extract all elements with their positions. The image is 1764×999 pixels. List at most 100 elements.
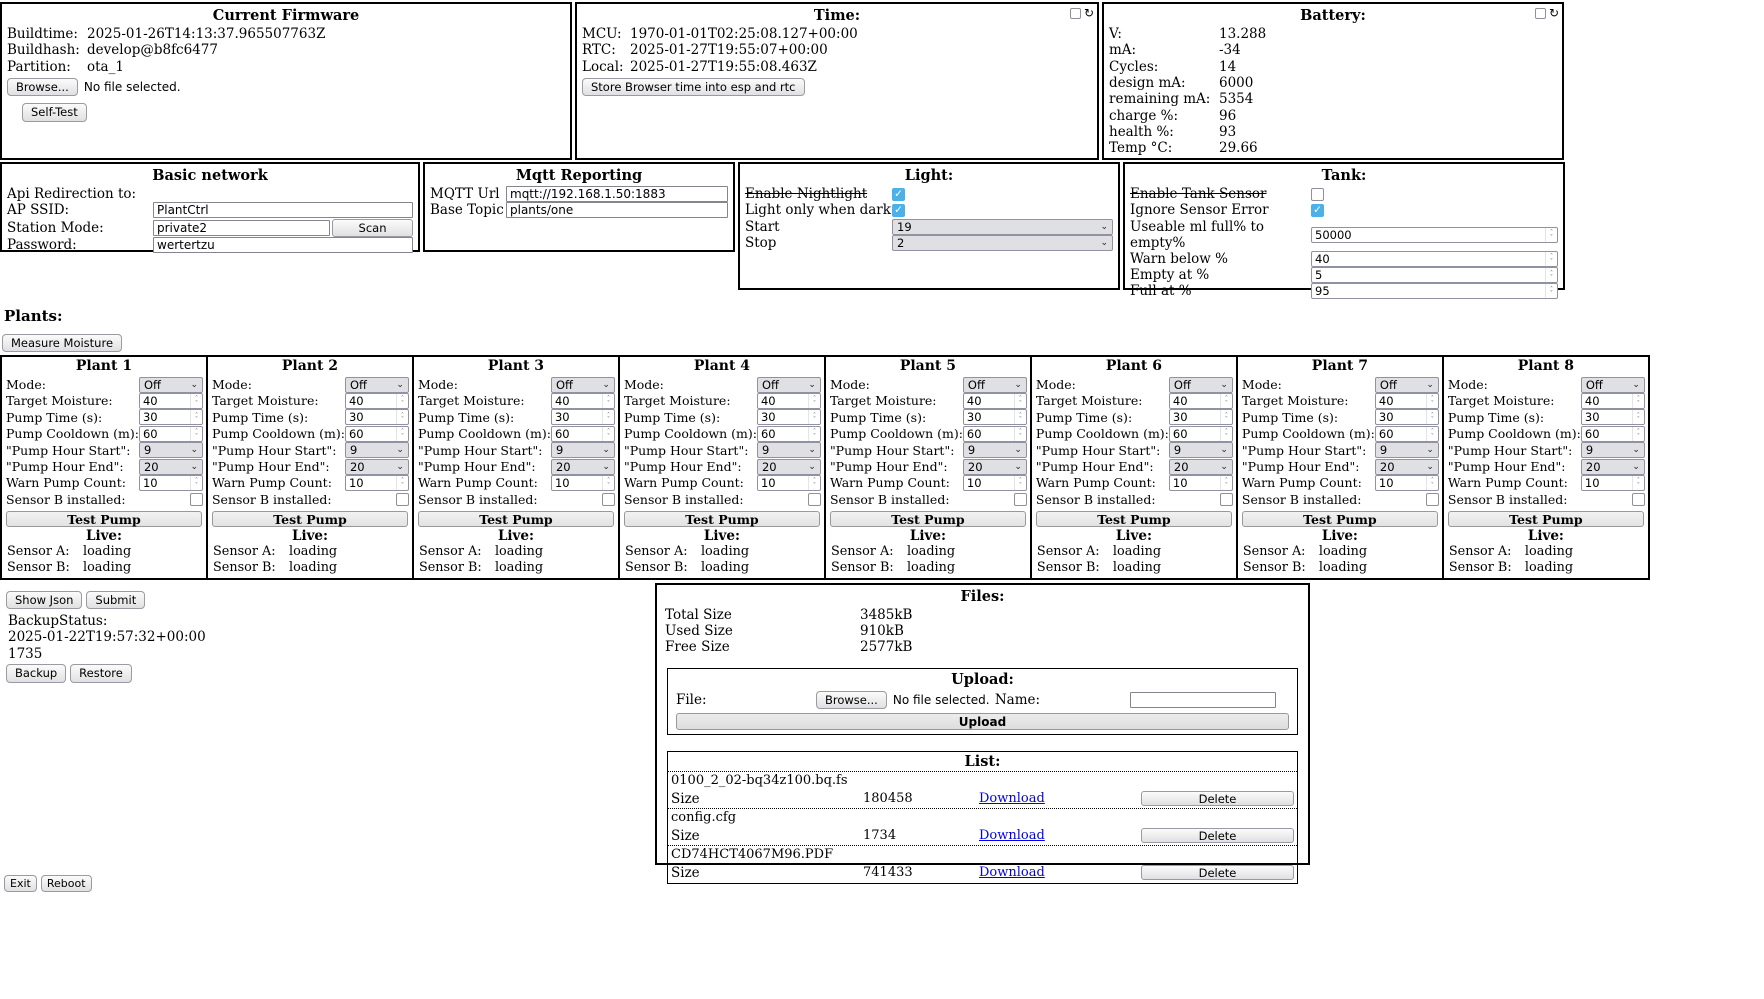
- number-spinner[interactable]: ˄˅: [1220, 427, 1232, 441]
- pump-hour-end-select[interactable]: 20⌄: [1169, 459, 1233, 475]
- number-spinner[interactable]: ˄˅: [1014, 410, 1026, 424]
- target-moisture-input[interactable]: 40˄˅: [757, 393, 821, 409]
- time-auto-refresh-checkbox[interactable]: [1070, 8, 1081, 19]
- test-pump-button[interactable]: Test Pump: [1036, 511, 1232, 527]
- refresh-icon[interactable]: ↻: [1549, 7, 1559, 19]
- sensor-b-installed-checkbox[interactable]: [1220, 493, 1233, 506]
- store-browser-time-button[interactable]: Store Browser time into esp and rtc: [582, 78, 805, 96]
- pump-hour-end-select[interactable]: 20⌄: [1581, 459, 1645, 475]
- sensor-b-installed-checkbox[interactable]: [1632, 493, 1645, 506]
- tank-sensor-checkbox[interactable]: [1311, 188, 1324, 201]
- number-spinner[interactable]: ˄˅: [1632, 427, 1644, 441]
- warn-pump-count-input[interactable]: 10˄˅: [1169, 475, 1233, 491]
- mode-select[interactable]: Off⌄: [551, 377, 615, 393]
- pump-hour-end-select[interactable]: 20⌄: [551, 459, 615, 475]
- upload-browse-button[interactable]: Browse...: [816, 691, 887, 709]
- number-spinner[interactable]: ˄˅: [1014, 394, 1026, 408]
- test-pump-button[interactable]: Test Pump: [1448, 511, 1644, 527]
- target-moisture-input[interactable]: 40˄˅: [1169, 393, 1233, 409]
- pump-time-input[interactable]: 30˄˅: [551, 409, 615, 425]
- mode-select[interactable]: Off⌄: [757, 377, 821, 393]
- pump-hour-end-select[interactable]: 20⌄: [757, 459, 821, 475]
- pump-time-input[interactable]: 30˄˅: [1375, 409, 1439, 425]
- warn-pump-count-input[interactable]: 10˄˅: [345, 475, 409, 491]
- pump-time-input[interactable]: 30˄˅: [139, 409, 203, 425]
- pump-hour-start-select[interactable]: 9⌄: [551, 442, 615, 458]
- number-spinner[interactable]: ˄˅: [1545, 284, 1557, 298]
- warn-pump-count-input[interactable]: 10˄˅: [963, 475, 1027, 491]
- tank-useable-input[interactable]: 50000 ˄˅: [1311, 227, 1558, 243]
- target-moisture-input[interactable]: 40˄˅: [963, 393, 1027, 409]
- pump-hour-end-select[interactable]: 20⌄: [345, 459, 409, 475]
- tank-full-input[interactable]: 95 ˄˅: [1311, 283, 1558, 299]
- sensor-b-installed-checkbox[interactable]: [808, 493, 821, 506]
- ap-ssid-input[interactable]: [153, 202, 413, 218]
- number-spinner[interactable]: ˄˅: [396, 394, 408, 408]
- exit-button[interactable]: Exit: [4, 875, 37, 893]
- warn-pump-count-input[interactable]: 10˄˅: [551, 475, 615, 491]
- sensor-b-installed-checkbox[interactable]: [602, 493, 615, 506]
- number-spinner[interactable]: ˄˅: [1426, 394, 1438, 408]
- nightlight-checkbox[interactable]: ✓: [892, 188, 905, 201]
- number-spinner[interactable]: ˄˅: [808, 394, 820, 408]
- sensor-b-installed-checkbox[interactable]: [190, 493, 203, 506]
- pump-time-input[interactable]: 30˄˅: [757, 409, 821, 425]
- tank-warn-input[interactable]: 40 ˄˅: [1311, 251, 1558, 267]
- firmware-browse-button[interactable]: Browse...: [7, 78, 78, 96]
- pump-hour-end-select[interactable]: 20⌄: [139, 459, 203, 475]
- number-spinner[interactable]: ˄˅: [190, 410, 202, 424]
- station-mode-input[interactable]: [153, 220, 330, 236]
- test-pump-button[interactable]: Test Pump: [624, 511, 820, 527]
- number-spinner[interactable]: ˄˅: [190, 394, 202, 408]
- number-spinner[interactable]: ˄˅: [1220, 394, 1232, 408]
- number-spinner[interactable]: ˄˅: [396, 476, 408, 490]
- test-pump-button[interactable]: Test Pump: [212, 511, 408, 527]
- number-spinner[interactable]: ˄˅: [1545, 268, 1557, 282]
- target-moisture-input[interactable]: 40˄˅: [551, 393, 615, 409]
- number-spinner[interactable]: ˄˅: [1426, 476, 1438, 490]
- number-spinner[interactable]: ˄˅: [1632, 476, 1644, 490]
- pump-hour-start-select[interactable]: 9⌄: [1581, 442, 1645, 458]
- delete-button[interactable]: Delete: [1141, 865, 1294, 880]
- pump-hour-start-select[interactable]: 9⌄: [963, 442, 1027, 458]
- number-spinner[interactable]: ˄˅: [1426, 410, 1438, 424]
- target-moisture-input[interactable]: 40˄˅: [139, 393, 203, 409]
- pump-hour-start-select[interactable]: 9⌄: [1169, 442, 1233, 458]
- pump-cooldown-input[interactable]: 60˄˅: [1581, 426, 1645, 442]
- number-spinner[interactable]: ˄˅: [1220, 476, 1232, 490]
- backup-button[interactable]: Backup: [6, 664, 66, 682]
- self-test-button[interactable]: Self-Test: [22, 103, 87, 121]
- show-json-button[interactable]: Show Json: [6, 591, 82, 609]
- number-spinner[interactable]: ˄˅: [602, 427, 614, 441]
- warn-pump-count-input[interactable]: 10˄˅: [757, 475, 821, 491]
- restore-button[interactable]: Restore: [70, 664, 132, 682]
- pump-hour-end-select[interactable]: 20⌄: [1375, 459, 1439, 475]
- pump-time-input[interactable]: 30˄˅: [345, 409, 409, 425]
- pump-cooldown-input[interactable]: 60˄˅: [1375, 426, 1439, 442]
- tank-empty-input[interactable]: 5 ˄˅: [1311, 267, 1558, 283]
- pump-hour-start-select[interactable]: 9⌄: [139, 442, 203, 458]
- number-spinner[interactable]: ˄˅: [1632, 410, 1644, 424]
- mode-select[interactable]: Off⌄: [963, 377, 1027, 393]
- delete-button[interactable]: Delete: [1141, 791, 1294, 806]
- pump-cooldown-input[interactable]: 60˄˅: [1169, 426, 1233, 442]
- delete-button[interactable]: Delete: [1141, 828, 1294, 843]
- mode-select[interactable]: Off⌄: [1169, 377, 1233, 393]
- refresh-icon[interactable]: ↻: [1084, 7, 1094, 19]
- sensor-b-installed-checkbox[interactable]: [1426, 493, 1439, 506]
- download-link[interactable]: Download: [979, 791, 1139, 806]
- pump-cooldown-input[interactable]: 60˄˅: [757, 426, 821, 442]
- number-spinner[interactable]: ˄˅: [602, 410, 614, 424]
- test-pump-button[interactable]: Test Pump: [418, 511, 614, 527]
- reboot-button[interactable]: Reboot: [41, 875, 92, 893]
- pump-time-input[interactable]: 30˄˅: [1169, 409, 1233, 425]
- test-pump-button[interactable]: Test Pump: [830, 511, 1026, 527]
- pump-time-input[interactable]: 30˄˅: [963, 409, 1027, 425]
- number-spinner[interactable]: ˄˅: [1014, 427, 1026, 441]
- warn-pump-count-input[interactable]: 10˄˅: [139, 475, 203, 491]
- password-input[interactable]: [153, 237, 413, 253]
- pump-time-input[interactable]: 30˄˅: [1581, 409, 1645, 425]
- test-pump-button[interactable]: Test Pump: [1242, 511, 1438, 527]
- pump-cooldown-input[interactable]: 60˄˅: [551, 426, 615, 442]
- battery-auto-refresh-checkbox[interactable]: [1535, 8, 1546, 19]
